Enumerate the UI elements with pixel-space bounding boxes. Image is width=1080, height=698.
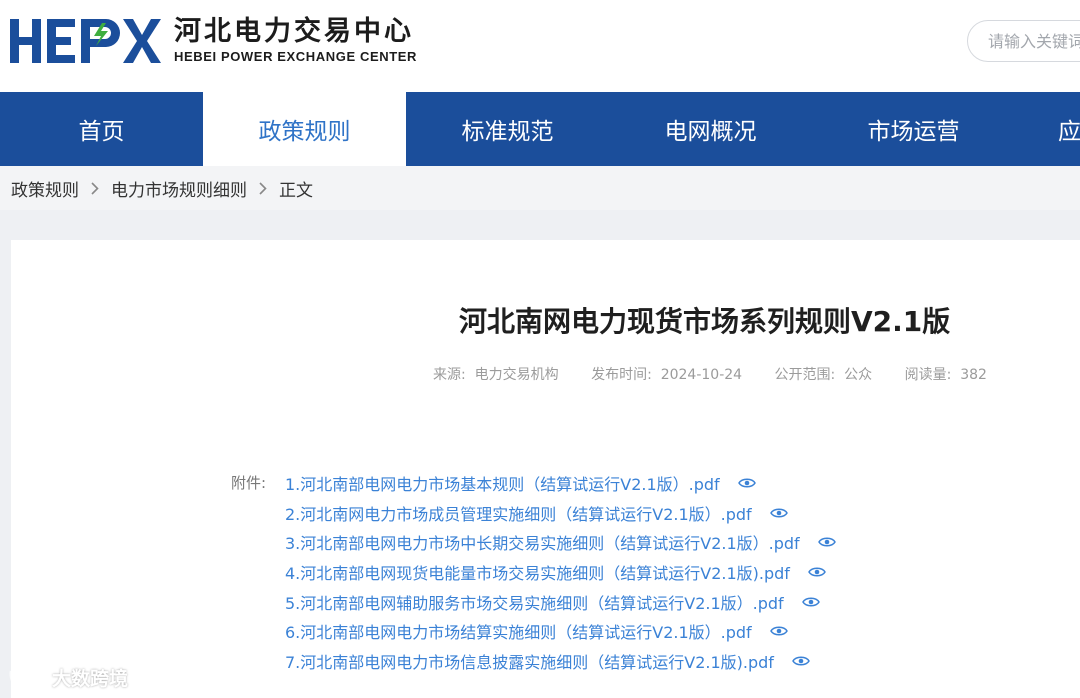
chevron-right-icon bbox=[259, 181, 267, 195]
meta-reads-label: 阅读量: bbox=[904, 367, 952, 383]
nav-item-standards[interactable]: 标准规范 bbox=[406, 92, 609, 166]
attachment-link[interactable]: 5.河北南部电网辅助服务市场交易实施细则（结算试运行V2.1版）.pdf bbox=[285, 590, 784, 614]
watermark-logo-icon bbox=[9, 669, 46, 687]
list-item: 7.河北南部电网电力市场信息披露实施细则（结算试运行V2.1版).pdf bbox=[285, 646, 836, 676]
chevron-right-icon bbox=[91, 181, 99, 195]
meta-scope-value: 公众 bbox=[844, 367, 873, 383]
list-item: 6.河北南部电网电力市场结算实施细则（结算试运行V2.1版）.pdf bbox=[285, 616, 836, 646]
list-item: 4.河北南部电网现货电能量市场交易实施细则（结算试运行V2.1版).pdf bbox=[285, 557, 836, 587]
meta-reads: 阅读量: 382 bbox=[905, 367, 987, 383]
eye-icon[interactable] bbox=[737, 477, 756, 489]
nav-item-cutoff[interactable]: 应 bbox=[1015, 92, 1080, 166]
breadcrumb-current: 正文 bbox=[279, 180, 313, 201]
attachments-label: 附件: bbox=[231, 474, 267, 492]
attachment-link[interactable]: 6.河北南部电网电力市场结算实施细则（结算试运行V2.1版）.pdf bbox=[285, 619, 752, 643]
article-card: 河北南网电力现货市场系列规则V2.1版 来源: 电力交易机构 发布时间: 202… bbox=[11, 240, 1080, 698]
attachment-link[interactable]: 1.河北南部电网电力市场基本规则（结算试运行V2.1版）.pdf bbox=[285, 471, 720, 495]
logo-text: 河北电力交易中心 HEBEI POWER EXCHANGE CENTER bbox=[174, 17, 417, 65]
nav-item-grid-overview[interactable]: 电网概况 bbox=[609, 92, 812, 166]
eye-icon[interactable] bbox=[792, 655, 810, 667]
meta-date-label: 发布时间: bbox=[591, 367, 652, 383]
eye-icon[interactable] bbox=[769, 507, 788, 519]
breadcrumb-market-rules[interactable]: 电力市场规则细则 bbox=[111, 176, 247, 201]
watermark: 大数跨境 bbox=[8, 664, 128, 691]
search-input[interactable] bbox=[967, 20, 1080, 62]
nav-item-home[interactable]: 首页 bbox=[0, 92, 203, 166]
main-nav: 首页 政策规则 标准规范 电网概况 市场运营 应 bbox=[0, 92, 1080, 166]
nav-item-policy-rules[interactable]: 政策规则 bbox=[203, 92, 406, 166]
eye-icon[interactable] bbox=[808, 566, 826, 578]
attachments-list: 1.河北南部电网电力市场基本规则（结算试运行V2.1版）.pdf 2.河北南网电… bbox=[285, 468, 836, 676]
logo-name-cn: 河北电力交易中心 bbox=[174, 16, 414, 47]
article-meta: 来源: 电力交易机构 发布时间: 2024-10-24 公开范围: 公众 阅读量… bbox=[433, 364, 1015, 384]
meta-date-value: 2024-10-24 bbox=[660, 367, 743, 383]
attachment-link[interactable]: 2.河北南网电力市场成员管理实施细则（结算试运行V2.1版）.pdf bbox=[285, 501, 752, 525]
nav-item-market-operation[interactable]: 市场运营 bbox=[812, 92, 1015, 166]
list-item: 1.河北南部电网电力市场基本规则（结算试运行V2.1版）.pdf bbox=[285, 468, 836, 498]
list-item: 2.河北南网电力市场成员管理实施细则（结算试运行V2.1版）.pdf bbox=[285, 498, 836, 528]
attachment-link[interactable]: 4.河北南部电网现货电能量市场交易实施细则（结算试运行V2.1版).pdf bbox=[285, 560, 790, 584]
attachment-link[interactable]: 7.河北南部电网电力市场信息披露实施细则（结算试运行V2.1版).pdf bbox=[285, 649, 774, 673]
eye-icon[interactable] bbox=[769, 625, 788, 637]
list-item: 5.河北南部电网辅助服务市场交易实施细则（结算试运行V2.1版）.pdf bbox=[285, 587, 836, 617]
hepx-logo-mark bbox=[10, 19, 161, 63]
list-item: 3.河北南部电网电力市场中长期交易实施细则（结算试运行V2.1版）.pdf bbox=[285, 527, 836, 557]
breadcrumb: 政策规则 电力市场规则细则 正文 bbox=[0, 166, 1080, 210]
attachment-link[interactable]: 3.河北南部电网电力市场中长期交易实施细则（结算试运行V2.1版）.pdf bbox=[285, 530, 800, 554]
meta-source: 来源: 电力交易机构 bbox=[433, 367, 559, 383]
site-logo[interactable]: 河北电力交易中心 HEBEI POWER EXCHANGE CENTER bbox=[10, 16, 417, 66]
meta-reads-value: 382 bbox=[960, 367, 987, 383]
meta-date: 发布时间: 2024-10-24 bbox=[591, 367, 742, 383]
watermark-text: 大数跨境 bbox=[52, 668, 129, 690]
article-title-wrap: 河北南网电力现货市场系列规则V2.1版 bbox=[11, 240, 1080, 340]
meta-scope: 公开范围: 公众 bbox=[775, 367, 873, 383]
meta-source-value: 电力交易机构 bbox=[474, 367, 559, 383]
breadcrumb-policy-rules[interactable]: 政策规则 bbox=[11, 176, 79, 201]
eye-icon[interactable] bbox=[801, 596, 820, 608]
site-header: 河北电力交易中心 HEBEI POWER EXCHANGE CENTER bbox=[0, 0, 1080, 92]
eye-icon[interactable] bbox=[817, 536, 836, 548]
meta-scope-label: 公开范围: bbox=[774, 367, 836, 383]
meta-source-label: 来源: bbox=[433, 367, 466, 383]
logo-name-en: HEBEI POWER EXCHANGE CENTER bbox=[174, 49, 418, 64]
article-title: 河北南网电力现货市场系列规则V2.1版 bbox=[459, 305, 951, 338]
